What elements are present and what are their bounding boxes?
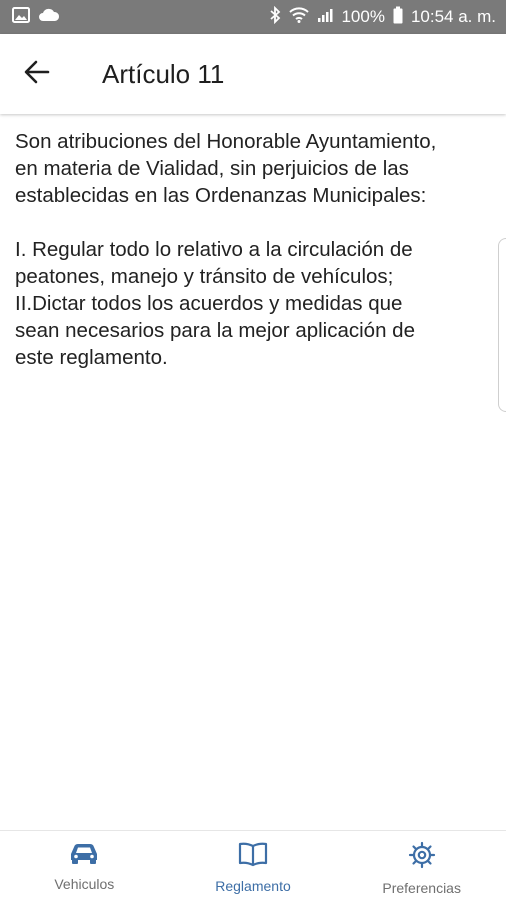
nav-item-preferencias[interactable]: Preferencias [337,831,506,900]
image-icon [12,6,30,28]
app-bar: Artículo 11 [0,34,506,114]
article-item-1: I. Regular todo lo relativo a la circula… [15,238,413,288]
car-icon [68,841,100,870]
nav-label-preferencias: Preferencias [382,880,461,896]
arrow-back-icon [24,60,50,89]
page-title: Artículo 11 [102,58,225,89]
status-right: 100% 10:54 a. m. [269,5,496,29]
bottom-navigation: Vehiculos Reglamento Preferencias [0,830,506,900]
back-button[interactable] [17,54,57,94]
nav-label-vehiculos: Vehiculos [54,876,115,892]
signal-icon [317,7,333,28]
status-left [12,6,60,28]
nav-item-reglamento[interactable]: Reglamento [169,831,338,900]
article-content: Son atribuciones del Honorable Ayuntamie… [0,114,506,830]
status-bar: 100% 10:54 a. m. [0,0,506,34]
battery-icon [393,6,403,29]
cloud-icon [38,7,60,27]
nav-item-vehiculos[interactable]: Vehiculos [0,831,169,900]
bluetooth-icon [269,5,281,29]
gear-icon [408,841,436,874]
nav-label-reglamento: Reglamento [215,878,291,894]
edge-panel-handle[interactable] [498,238,506,412]
article-item-2: II.Dictar todos los acuerdos y medidas q… [15,292,415,369]
book-icon [238,841,268,872]
wifi-icon [289,6,310,28]
clock: 10:54 a. m. [410,7,496,26]
article-intro: Son atribuciones del Honorable Ayuntamie… [15,130,437,207]
battery-percent: 100% [341,7,385,26]
